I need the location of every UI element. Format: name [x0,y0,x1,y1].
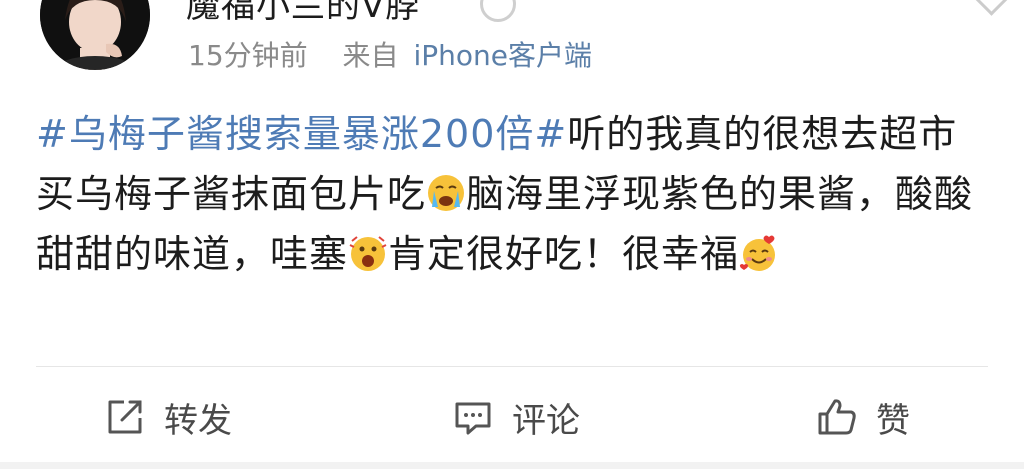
divider [36,366,988,367]
thumbs-up-icon [816,396,858,438]
like-label: 赞 [876,400,910,441]
avatar[interactable] [40,0,150,70]
repost-label: 转发 [164,400,232,441]
post-time: 15分钟前 [188,39,308,72]
chevron-down-icon[interactable] [975,0,1008,16]
crying-face-icon [426,173,466,213]
post-meta: 15分钟前 来自 iPhone客户端 [188,34,592,74]
bottom-separator [0,462,1024,469]
verified-badge-icon [480,0,516,22]
repost-button[interactable]: 转发 [104,392,232,442]
post-text-segment-3: 肯定很好吃！很幸福 [388,232,740,276]
weibo-post-card: 魔福小兰的V脖 15分钟前 来自 iPhone客户端 #乌梅子酱搜索量暴涨200… [0,0,1024,469]
post-text: #乌梅子酱搜索量暴涨200倍#听的我真的很想去超市买乌梅子酱抹面包片吃 脑海里浮… [36,104,996,284]
repost-icon [104,396,146,438]
like-button[interactable]: 赞 [816,392,910,442]
comment-label: 评论 [512,400,580,441]
hashtag-link[interactable]: #乌梅子酱搜索量暴涨200倍# [36,112,567,156]
wow-face-icon [348,233,388,273]
comment-button[interactable]: 评论 [452,392,580,442]
smiling-face-with-hearts-icon [739,233,779,273]
comment-icon [452,396,494,438]
source-device-link[interactable]: iPhone客户端 [413,39,592,72]
avatar-image [40,0,150,70]
source-prefix: 来自 [342,39,399,72]
username[interactable]: 魔福小兰的V脖 [186,0,420,27]
